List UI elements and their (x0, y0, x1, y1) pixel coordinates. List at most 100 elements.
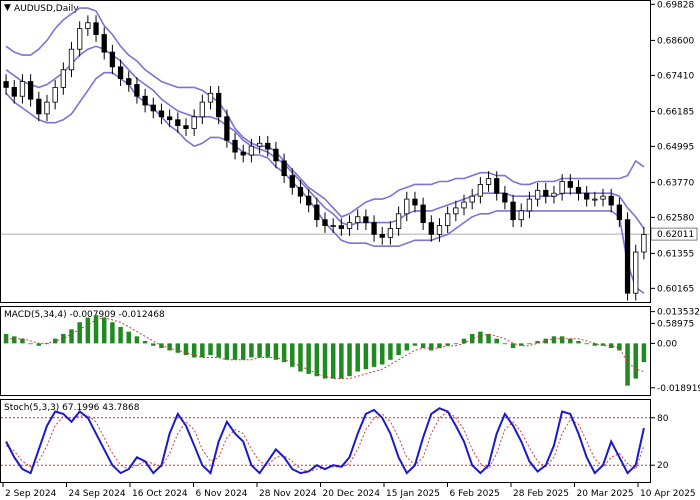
time-tick-label: 2 Sep 2024 (5, 489, 57, 499)
candle-body (485, 178, 492, 185)
stoch-tick-label: 20 (657, 461, 669, 471)
macd-bar (77, 322, 82, 344)
macd-bar (224, 343, 230, 360)
price-tick-label: 0.68600 (657, 36, 694, 46)
candle-body (641, 233, 647, 253)
candle-body (117, 66, 124, 80)
candle-body (256, 142, 263, 147)
time-tick-label: 28 Feb 2025 (513, 489, 569, 499)
candle-body (77, 28, 83, 50)
macd-panel-title: MACD(5,34,4) -0.007909 -0.012468 (4, 310, 165, 320)
macd-tick-label: 0.00 (657, 339, 677, 349)
candle-body (68, 48, 75, 71)
macd-bar (420, 343, 426, 349)
candle-body (240, 151, 246, 156)
candle-body (616, 204, 623, 221)
candle-body (404, 198, 410, 215)
macd-bar (249, 343, 254, 358)
candle-body (281, 160, 287, 177)
candle-body (494, 178, 500, 194)
candle-body (322, 219, 328, 226)
candle-body (216, 92, 222, 118)
candle-body (584, 192, 590, 200)
candle-body (273, 148, 279, 162)
stoch-panel-title: Stoch(5,3,3) 67.1996 43.7868 (4, 403, 140, 413)
candle-body (338, 225, 345, 229)
macd-bar (28, 343, 33, 345)
macd-bar (232, 343, 238, 360)
time-tick-label: 20 Mar 2025 (577, 489, 634, 499)
price-tick-label: 0.61355 (657, 249, 694, 259)
candle-body (60, 69, 66, 88)
candle-body (93, 22, 99, 35)
candle-body (150, 104, 156, 112)
candle-body (453, 207, 459, 215)
candle-body (469, 195, 475, 203)
menu-glyph[interactable]: ▼ (4, 3, 11, 13)
price-tick-label: 0.67410 (657, 71, 694, 81)
time-tick-label: 10 Apr 2025 (640, 489, 696, 499)
candle-body (27, 81, 34, 100)
macd-bar (175, 343, 181, 353)
candle-body (534, 189, 541, 200)
candle-body (379, 233, 385, 238)
candle-body (85, 22, 91, 30)
candle-body (126, 78, 132, 85)
candle-body (436, 225, 443, 235)
macd-bar (69, 329, 74, 344)
time-tick-label: 16 Oct 2024 (132, 489, 188, 499)
macd-bar (453, 343, 459, 345)
candle-body (289, 175, 295, 188)
candle-body (134, 84, 140, 97)
price-tick-label: 0.66185 (657, 107, 694, 117)
macd-bar (216, 343, 221, 358)
time-tick-label: 28 Nov 2024 (259, 489, 317, 499)
macd-bar (617, 343, 622, 351)
candle-body (166, 116, 173, 121)
candle-body (158, 110, 165, 118)
candle-body (305, 195, 312, 206)
macd-bar (142, 341, 148, 344)
price-tick-label: 0.60165 (657, 284, 694, 294)
candle-body (518, 210, 524, 221)
macd-bar (118, 326, 123, 344)
candle-body (387, 228, 394, 238)
macd-bar (371, 343, 377, 367)
macd-bar (625, 343, 630, 386)
candle-body (526, 198, 533, 212)
candle-body (559, 181, 565, 194)
macd-tick-label: -0.018919 (657, 384, 700, 394)
macd-bar (633, 343, 638, 379)
candle-body (19, 81, 26, 97)
macd-bar (355, 343, 360, 372)
macd-bar (494, 338, 499, 344)
macd-bar (510, 343, 516, 349)
candle-body (575, 186, 582, 194)
candle-body (224, 116, 230, 141)
macd-bar (314, 343, 320, 377)
chart-background (0, 0, 700, 500)
price-tick-label: 0.63770 (657, 178, 694, 188)
time-tick-label: 20 Dec 2024 (323, 489, 381, 499)
macd-bar (167, 343, 172, 351)
candle-body (248, 145, 255, 156)
time-tick-label: 6 Nov 2024 (196, 489, 248, 499)
macd-bar (388, 343, 393, 360)
candle-body (363, 216, 369, 224)
candle-body (567, 181, 573, 188)
macd-bar (101, 317, 107, 344)
macd-bar (20, 338, 25, 344)
candle-body (142, 95, 148, 106)
macd-bar (322, 343, 328, 379)
chart-area: ▼ AUDUSD,Daily MACD(5,34,4) -0.007909 -0… (0, 0, 700, 500)
candle-body (101, 34, 107, 53)
candle-body (314, 204, 320, 221)
candle-body (11, 87, 17, 97)
time-tick-label: 15 Jan 2025 (386, 489, 440, 499)
time-tick-label: 6 Feb 2025 (450, 489, 500, 499)
stoch-tick-label: 80 (657, 414, 669, 424)
candle-body (420, 204, 426, 224)
candle-body (183, 125, 189, 129)
macd-bar (240, 343, 246, 360)
candle-body (330, 225, 336, 227)
